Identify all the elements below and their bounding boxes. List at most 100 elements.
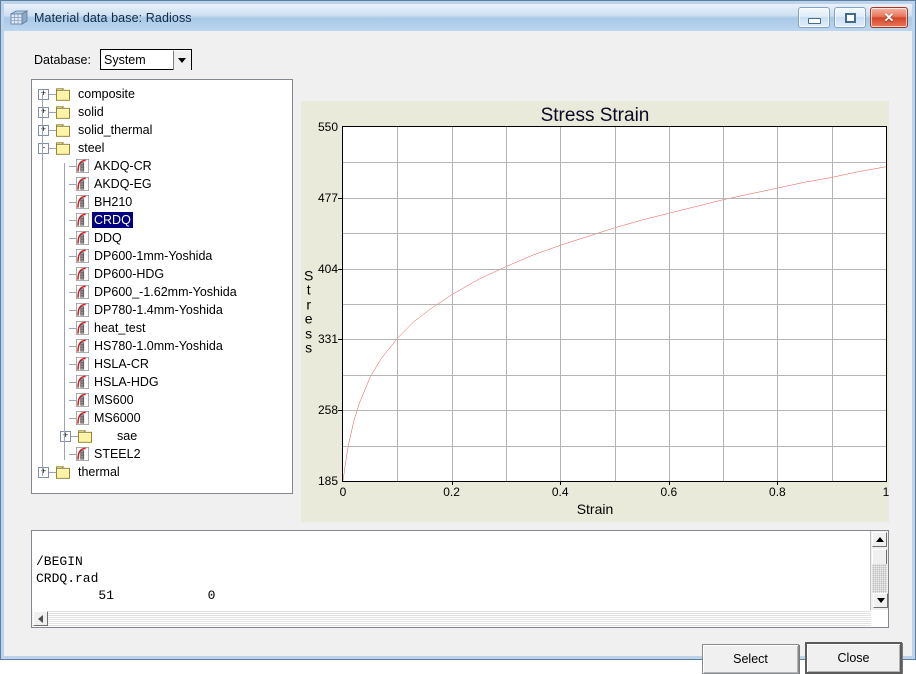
- tree-connector: [49, 111, 56, 113]
- tree-connector: [49, 147, 56, 149]
- tree-connector: [71, 435, 78, 437]
- chart-y-tick-label: 331: [317, 332, 338, 347]
- tree-connector: [69, 381, 76, 383]
- tree-item-label: MS600: [94, 393, 134, 407]
- tree-connector: [69, 363, 76, 365]
- folder-icon: [56, 105, 73, 119]
- tree-item[interactable]: DP600_-1.62mm-Yoshida: [32, 283, 292, 301]
- chart-y-tick-label: 550: [317, 120, 338, 134]
- tree-item[interactable]: DP600-1mm-Yoshida: [32, 247, 292, 265]
- output-text-panel[interactable]: /BEGIN CRDQ.rad 51 0: [31, 530, 889, 628]
- expand-toggle[interactable]: +: [38, 88, 49, 100]
- tree-connector: [69, 237, 76, 239]
- chevron-down-icon[interactable]: [172, 49, 191, 70]
- material-specimen-icon: [76, 357, 89, 371]
- tree-item[interactable]: AKDQ-CR: [32, 157, 292, 175]
- scroll-left-button[interactable]: [33, 611, 48, 626]
- tree-item[interactable]: MS600: [32, 391, 292, 409]
- tree-item[interactable]: heat_test: [32, 319, 292, 337]
- tree-item[interactable]: BH210: [32, 193, 292, 211]
- maximize-button[interactable]: [834, 7, 866, 28]
- material-specimen-icon: [76, 321, 89, 335]
- chart-y-tick-label: 258: [317, 403, 338, 418]
- tree-item-label: HSLA-CR: [94, 357, 149, 371]
- tree-item-label: HS780-1.0mm-Yoshida: [94, 339, 223, 353]
- select-button[interactable]: Select: [702, 644, 799, 674]
- output-vertical-scrollbar[interactable]: [870, 531, 888, 610]
- tree-item[interactable]: - steel: [32, 139, 292, 157]
- tree-connector: [69, 291, 76, 293]
- window-title: Material data base: Radioss: [34, 10, 192, 25]
- chart-x-tick-mark: [668, 481, 670, 485]
- expand-toggle[interactable]: +: [60, 430, 71, 442]
- tree-item-label: solid: [78, 105, 104, 119]
- tree-connector: [69, 309, 76, 311]
- database-select[interactable]: System: [99, 49, 192, 70]
- tree-connector: [69, 201, 76, 203]
- tree-item-label: HSLA-HDG: [94, 375, 159, 389]
- tree-item[interactable]: DDQ: [32, 229, 292, 247]
- expand-toggle[interactable]: +: [38, 466, 49, 478]
- chart-x-tick-label: 0.8: [769, 485, 786, 499]
- tree-item[interactable]: + thermal: [32, 463, 292, 481]
- output-horizontal-scrollbar[interactable]: [32, 610, 871, 627]
- scroll-up-button[interactable]: [872, 532, 887, 547]
- tree-item[interactable]: DP780-1.4mm-Yoshida: [32, 301, 292, 319]
- tree-item[interactable]: HSLA-CR: [32, 355, 292, 373]
- close-button[interactable]: ✕: [870, 7, 908, 28]
- collapse-toggle[interactable]: -: [38, 142, 49, 154]
- tree-item-label: thermal: [78, 465, 120, 479]
- material-specimen-icon: [76, 447, 89, 461]
- material-specimen-icon: [76, 231, 89, 245]
- material-specimen-icon: [76, 249, 89, 263]
- vertical-scroll-track[interactable]: [872, 564, 887, 593]
- chart-plot-area: 185 258 331 404 477 550 0 0.2 0.4 0.6 0.8 1: [318, 120, 889, 499]
- vertical-scroll-thumb[interactable]: [872, 549, 887, 565]
- tree-item-label: solid_thermal: [78, 123, 153, 137]
- tree-item-label: MS6000: [94, 411, 141, 425]
- chart-x-tick-mark: [777, 481, 779, 485]
- close-dialog-button[interactable]: Close: [805, 642, 902, 674]
- tree-item[interactable]: CRDQ: [32, 211, 292, 229]
- tree-item[interactable]: MS6000: [32, 409, 292, 427]
- material-tree: + composite + solid + solid_thermal - steel AKDQ…: [32, 80, 292, 481]
- material-specimen-icon: [76, 303, 89, 317]
- y-axis-label-char: e: [304, 310, 313, 327]
- material-tree-panel[interactable]: + composite + solid + solid_thermal - steel AKDQ…: [31, 79, 293, 494]
- tree-item[interactable]: + solid: [32, 103, 292, 121]
- scroll-down-button[interactable]: [873, 593, 888, 608]
- y-axis-label-char: S: [304, 267, 314, 283]
- chart-gridline-horizontal: [343, 374, 886, 376]
- material-specimen-icon: [76, 195, 89, 209]
- client-area: Database: System + composite + solid + solid_…: [4, 31, 912, 674]
- tree-item[interactable]: + composite: [32, 85, 292, 103]
- tree-item-label: BH210: [94, 195, 133, 209]
- expand-toggle[interactable]: +: [38, 106, 49, 118]
- tree-item-label: heat_test: [94, 321, 146, 335]
- tree-item[interactable]: + sae: [32, 427, 292, 445]
- tree-item[interactable]: AKDQ-EG: [32, 175, 292, 193]
- expand-toggle[interactable]: +: [38, 124, 49, 136]
- database-select-value: System: [103, 52, 146, 67]
- title-bar: Material data base: Radioss ✕: [4, 4, 912, 32]
- material-specimen-icon: [76, 177, 89, 191]
- tree-connector: [69, 399, 76, 401]
- tree-connector: [69, 417, 76, 419]
- tree-item[interactable]: + solid_thermal: [32, 121, 292, 139]
- chart-y-tick-label: 404: [317, 261, 338, 276]
- chart-y-axis-label: Stress: [304, 268, 313, 355]
- tree-item[interactable]: HSLA-HDG: [32, 373, 292, 391]
- tree-item[interactable]: DP600-HDG: [32, 265, 292, 283]
- tree-item[interactable]: HS780-1.0mm-Yoshida: [32, 337, 292, 355]
- chart-gridline-horizontal: [343, 304, 886, 305]
- tree-item[interactable]: STEEL2: [32, 445, 292, 463]
- tree-item-label: DP600_-1.62mm-Yoshida: [94, 285, 237, 299]
- material-specimen-icon: [76, 159, 89, 173]
- y-axis-label-char: t: [306, 281, 311, 298]
- tree-connector: [69, 327, 76, 329]
- tree-item-label: STEEL2: [94, 447, 141, 461]
- chart-gridline-horizontal: [343, 445, 886, 447]
- minimize-button[interactable]: [798, 7, 830, 28]
- y-axis-label-char: s: [305, 339, 313, 356]
- material-specimen-icon: [76, 411, 89, 425]
